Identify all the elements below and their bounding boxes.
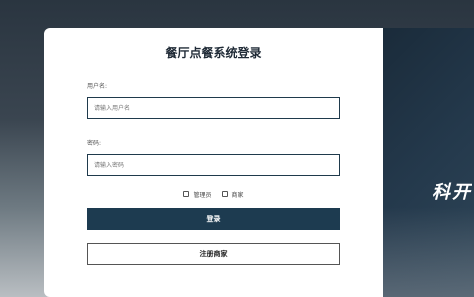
role-selector: 管理员 商家 bbox=[87, 189, 340, 199]
hero-background: 科开 bbox=[382, 28, 474, 297]
login-card: 餐厅点餐系统登录 用户名: 密码: 管理员 商家 登录 注册商家 bbox=[44, 28, 383, 297]
role-admin-option[interactable]: 管理员 bbox=[183, 190, 212, 199]
admin-checkbox[interactable] bbox=[183, 191, 190, 197]
hero-text: 科开 bbox=[432, 182, 472, 203]
password-label: 密码: bbox=[87, 140, 102, 147]
username-label: 用户名: bbox=[87, 83, 108, 90]
merchant-label: 商家 bbox=[231, 191, 244, 199]
admin-label: 管理员 bbox=[193, 191, 212, 199]
password-input[interactable] bbox=[87, 154, 340, 176]
login-button[interactable]: 登录 bbox=[87, 208, 340, 230]
username-input[interactable] bbox=[87, 97, 340, 119]
role-merchant-option[interactable]: 商家 bbox=[221, 190, 244, 199]
merchant-checkbox[interactable] bbox=[221, 191, 228, 197]
page-title: 餐厅点餐系统登录 bbox=[165, 46, 262, 60]
register-merchant-button[interactable]: 注册商家 bbox=[87, 243, 340, 265]
